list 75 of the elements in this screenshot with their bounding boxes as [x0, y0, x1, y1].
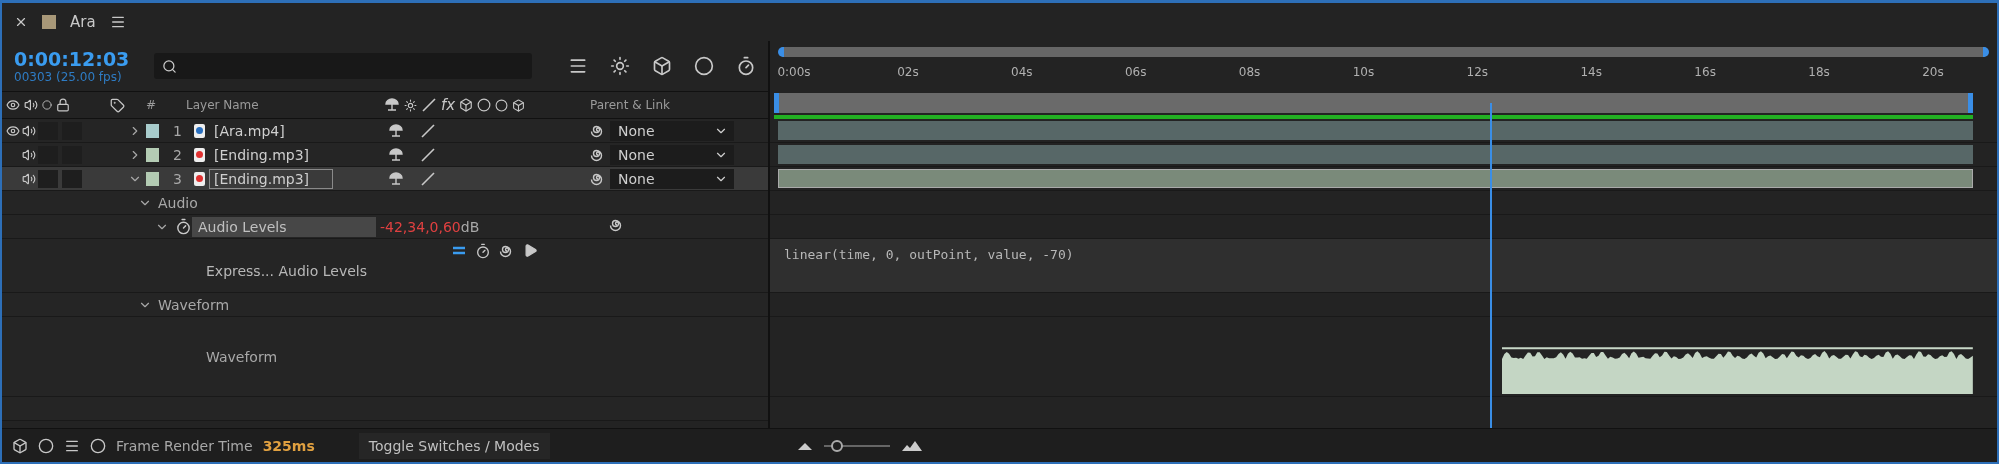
- quality-icon[interactable]: [421, 97, 437, 113]
- eye-icon[interactable]: [6, 123, 20, 138]
- property-unit: dB: [460, 218, 480, 235]
- search-icon[interactable]: [162, 58, 177, 74]
- zoom-out-icon[interactable]: [798, 441, 812, 450]
- time-ruler-label: 04s: [1010, 65, 1034, 81]
- shy-icon[interactable]: [384, 98, 400, 112]
- time-ruler-label: 02s: [896, 65, 920, 81]
- parent-dropdown[interactable]: None: [610, 120, 734, 141]
- time-ruler-label: 16s: [1693, 65, 1717, 81]
- audio-icon[interactable]: [24, 98, 38, 112]
- audio-file-icon: [194, 171, 205, 186]
- layer-name[interactable]: [Ending.mp3]: [209, 144, 315, 165]
- time-ruler-label: 18s: [1807, 65, 1831, 81]
- search-field[interactable]: [154, 53, 532, 79]
- layer-number: 2: [173, 146, 182, 163]
- time-ruler-label: 14s: [1579, 65, 1603, 81]
- time-ruler-label: 06s: [1123, 65, 1148, 81]
- property-name: Waveform: [206, 348, 278, 365]
- render-time-label: Frame Render Time: [116, 437, 253, 454]
- layer-row[interactable]: 2 [Ending.mp3] None: [2, 143, 768, 167]
- property-group[interactable]: Waveform: [158, 296, 230, 313]
- composition-tab[interactable]: Ara: [70, 13, 96, 31]
- expression-label: Express... Audio Levels: [206, 263, 367, 279]
- eye-icon[interactable]: [6, 98, 20, 112]
- time-ruler-label: 20s: [1921, 65, 1945, 81]
- time-ruler-label: 0:00s: [776, 65, 812, 81]
- shy-icon[interactable]: [388, 171, 404, 186]
- cube-icon[interactable]: [512, 98, 526, 112]
- shy-icon[interactable]: [388, 123, 404, 138]
- label-color[interactable]: [146, 171, 160, 186]
- quality-icon[interactable]: [420, 146, 436, 163]
- quality-icon[interactable]: [420, 170, 436, 187]
- layer-name[interactable]: [Ara.mp4]: [209, 120, 290, 141]
- audio-file-icon: [194, 147, 205, 162]
- audio-icon[interactable]: [22, 123, 36, 138]
- property-value[interactable]: -42,34,0,60: [380, 218, 461, 235]
- time-ruler-label: 10s: [1351, 65, 1376, 81]
- label-color[interactable]: [146, 147, 160, 162]
- quality-icon[interactable]: [420, 122, 436, 139]
- expression-code[interactable]: linear(time, 0, outPoint, value, -70): [778, 241, 1080, 268]
- lock-icon[interactable]: [56, 98, 70, 112]
- layer-row[interactable]: 3 [Ending.mp3] None: [2, 167, 768, 191]
- audio-icon[interactable]: [22, 147, 36, 162]
- parent-link-header: Parent & Link: [590, 98, 670, 112]
- label-color[interactable]: [146, 123, 160, 138]
- property-group[interactable]: Audio: [158, 194, 198, 211]
- property-name[interactable]: Audio Levels: [192, 216, 376, 237]
- stopwatch-icon[interactable]: [175, 218, 192, 235]
- number-header: #: [146, 98, 157, 112]
- playhead[interactable]: [1490, 103, 1493, 428]
- render-time-value: 325ms: [262, 437, 315, 454]
- work-area-bar[interactable]: [774, 93, 1973, 114]
- parent-dropdown[interactable]: None: [610, 144, 734, 165]
- layer-row[interactable]: 1 [Ara.mp4] None: [2, 119, 768, 143]
- time-ruler-label: 08s: [1237, 65, 1262, 81]
- layer-number: 3: [173, 170, 182, 187]
- menu-icon[interactable]: [109, 14, 126, 30]
- sun-icon[interactable]: [404, 98, 417, 112]
- audio-icon[interactable]: [22, 171, 36, 186]
- layer-number: 1: [173, 122, 182, 139]
- play-icon[interactable]: [522, 243, 538, 258]
- label-icon[interactable]: [110, 97, 125, 113]
- effects-header: fx: [441, 96, 456, 114]
- layer-name-header[interactable]: Layer Name: [186, 98, 259, 112]
- zoom-in-icon[interactable]: [902, 440, 922, 451]
- toggle-switches-button[interactable]: Toggle Switches / Modes: [358, 432, 550, 459]
- close-icon[interactable]: [14, 15, 28, 29]
- shy-icon[interactable]: [388, 147, 404, 162]
- frame-count: 00303 (25.00 fps): [14, 70, 123, 84]
- layer-name[interactable]: [Ending.mp3]: [209, 168, 333, 189]
- parent-dropdown[interactable]: None: [610, 168, 734, 189]
- video-file-icon: [194, 123, 205, 138]
- current-time[interactable]: 0:00:12:03: [14, 48, 132, 70]
- time-ruler-label: 12s: [1465, 65, 1490, 81]
